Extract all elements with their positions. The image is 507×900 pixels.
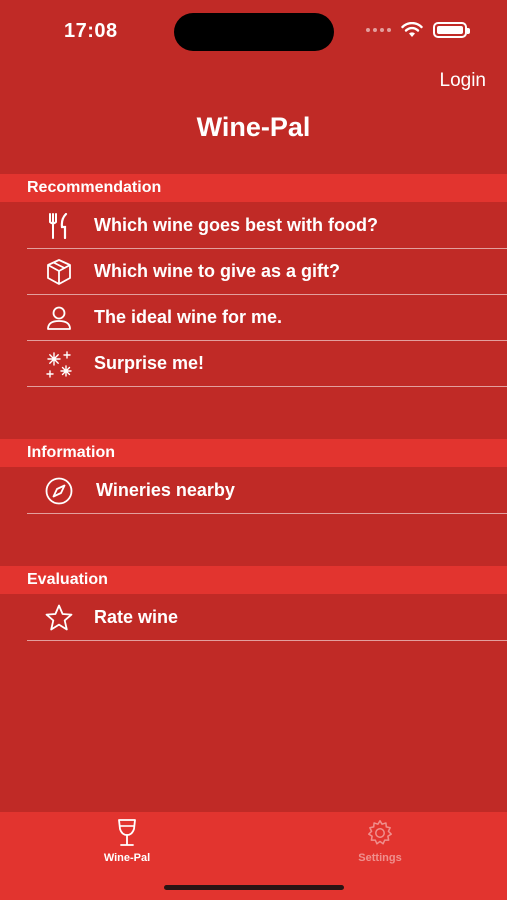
login-button[interactable]: Login [440,70,487,92]
gear-icon [368,820,392,845]
home-indicator [164,885,344,890]
tab-label: Settings [358,852,402,864]
section-header-recommendation: Recommendation [0,174,507,202]
tab-wine-pal[interactable]: Wine-Pal [62,818,192,864]
section-header-evaluation: Evaluation [0,566,507,594]
row-rate-wine[interactable]: Rate wine [27,595,507,641]
row-surprise[interactable]: Surprise me! [27,341,507,387]
person-icon [44,303,74,333]
row-label: Wineries nearby [96,480,235,500]
row-food-pairing[interactable]: Which wine goes best with food? [27,203,507,249]
row-label: Which wine to give as a gift? [94,261,341,281]
row-wineries-nearby[interactable]: Wineries nearby [27,468,507,514]
star-icon [44,603,74,633]
row-label: Surprise me! [94,353,205,373]
section-header-information: Information [0,439,507,467]
tab-settings[interactable]: Settings [315,818,445,864]
row-label: The ideal wine for me. [94,307,283,327]
dynamic-island [174,13,334,51]
battery-icon [433,22,470,38]
status-bar: 17:08 [0,0,507,60]
wifi-icon [401,22,423,37]
signal-dots-icon [366,28,391,32]
row-label: Which wine goes best with food? [94,215,378,235]
row-gift[interactable]: Which wine to give as a gift? [27,249,507,295]
status-time: 17:08 [64,20,118,42]
compass-icon [44,476,74,506]
page-title: Wine-Pal [196,112,311,142]
fork-knife-icon [44,211,74,241]
status-icons [366,22,470,38]
row-ideal-wine[interactable]: The ideal wine for me. [27,295,507,341]
sparkler-icon [44,349,74,379]
tab-label: Wine-Pal [103,852,151,864]
wine-glass-icon [118,819,136,846]
gift-box-icon [44,257,74,287]
row-label: Rate wine [94,607,179,627]
